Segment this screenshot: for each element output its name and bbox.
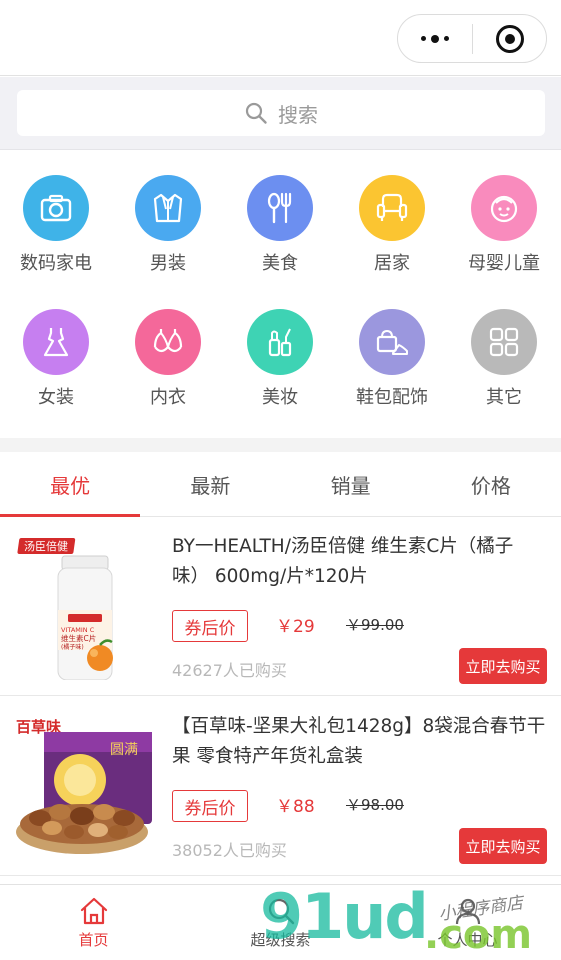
category-menswear[interactable]: 男装 <box>112 175 224 285</box>
more-menu-button[interactable] <box>398 15 472 62</box>
category-underwear[interactable]: 内衣 <box>112 309 224 419</box>
home-icon <box>78 895 110 927</box>
sort-tabs: 最优 最新 销量 价格 <box>0 452 561 517</box>
grid-icon <box>471 309 537 375</box>
mini-program-capsule <box>397 14 547 63</box>
tabbar-profile-label: 个人中心 <box>437 931 498 949</box>
svg-text:(橘子味): (橘子味) <box>61 643 84 651</box>
product-image[interactable]: 汤臣倍健 VITAMIN C 维生素C片 (橘子味) <box>14 534 160 681</box>
bottom-tab-bar: 首页 超级搜索 个人中心 <box>0 884 561 960</box>
search-input[interactable]: 搜索 <box>17 90 545 136</box>
target-icon <box>495 24 524 53</box>
tab-sales[interactable]: 销量 <box>281 452 421 516</box>
sold-count: 38052人已购买 <box>172 841 287 860</box>
category-home[interactable]: 居家 <box>336 175 448 285</box>
tabbar-super-search[interactable]: 超级搜索 <box>187 885 374 960</box>
app-page: 搜索 数码家电 男装 美食 居家 母婴儿童 女装 内衣 美妆 鞋包配饰 其它 最… <box>0 0 561 960</box>
search-icon <box>245 102 267 124</box>
product-title[interactable]: BY一HEALTH/汤臣倍健 维生素C片（橘子味） 600mg/片*120片 <box>172 532 550 592</box>
search-bar-area: 搜索 <box>0 77 561 150</box>
coupon-badge: 券后价 <box>172 790 248 822</box>
bag-shoe-icon <box>359 309 425 375</box>
category-digital[interactable]: 数码家电 <box>0 175 112 285</box>
top-nav-bar <box>0 0 561 76</box>
coupon-price: ￥29 <box>276 617 315 637</box>
more-dots-icon <box>421 36 426 41</box>
tabbar-profile[interactable]: 个人中心 <box>374 885 561 960</box>
search-icon <box>265 895 297 927</box>
baby-face-icon <box>471 175 537 241</box>
category-cosmetics[interactable]: 美妆 <box>224 309 336 419</box>
svg-text:圆满: 圆满 <box>110 742 138 758</box>
bra-icon <box>135 309 201 375</box>
armchair-icon <box>359 175 425 241</box>
suit-icon <box>135 175 201 241</box>
search-placeholder: 搜索 <box>278 102 318 127</box>
svg-text:维生素C片: 维生素C片 <box>61 633 96 643</box>
original-price: ￥99.00 <box>346 616 404 634</box>
category-food[interactable]: 美食 <box>224 175 336 285</box>
buy-now-button[interactable]: 立即去购买 <box>459 828 547 864</box>
category-accessories[interactable]: 鞋包配饰 <box>336 309 448 419</box>
coupon-price: ￥88 <box>276 797 315 817</box>
camera-icon <box>23 175 89 241</box>
product-title[interactable]: 【百草味-坚果大礼包1428g】8袋混合春节干果 零食特产年货礼盒装 <box>172 712 550 772</box>
category-womenswear[interactable]: 女装 <box>0 309 112 419</box>
user-icon <box>452 895 484 927</box>
tab-newest[interactable]: 最新 <box>140 452 280 516</box>
category-baby[interactable]: 母婴儿童 <box>448 175 560 285</box>
buy-now-button[interactable]: 立即去购买 <box>459 648 547 684</box>
tabbar-home[interactable]: 首页 <box>0 885 187 960</box>
dress-icon <box>23 309 89 375</box>
fork-spoon-icon <box>247 175 313 241</box>
close-mini-program-button[interactable] <box>473 15 546 62</box>
coupon-badge: 券后价 <box>172 610 248 642</box>
original-price: ￥98.00 <box>346 796 404 814</box>
product-card[interactable]: 汤臣倍健 VITAMIN C 维生素C片 (橘子味) BY一HEALTH/汤臣倍… <box>0 518 561 696</box>
svg-text:VITAMIN C: VITAMIN C <box>61 626 95 634</box>
product-image[interactable]: 百草味 圆满 <box>14 714 160 860</box>
tab-price[interactable]: 价格 <box>421 452 561 516</box>
tabbar-home-label: 首页 <box>78 931 109 949</box>
product-card[interactable]: 百草味 圆满 【百草味-坚果大礼包1428g】8袋混合春节干果 零食特产年货礼盒… <box>0 698 561 876</box>
sold-count: 42627人已购买 <box>172 661 287 680</box>
brand-logo: 汤臣倍健 <box>24 539 68 553</box>
tabbar-search-label: 超级搜索 <box>250 931 311 949</box>
cosmetics-icon <box>247 309 313 375</box>
category-other[interactable]: 其它 <box>448 309 560 419</box>
category-grid: 数码家电 男装 美食 居家 母婴儿童 女装 内衣 美妆 鞋包配饰 其它 <box>0 151 561 438</box>
tab-best[interactable]: 最优 <box>0 452 141 517</box>
section-divider <box>0 438 561 452</box>
